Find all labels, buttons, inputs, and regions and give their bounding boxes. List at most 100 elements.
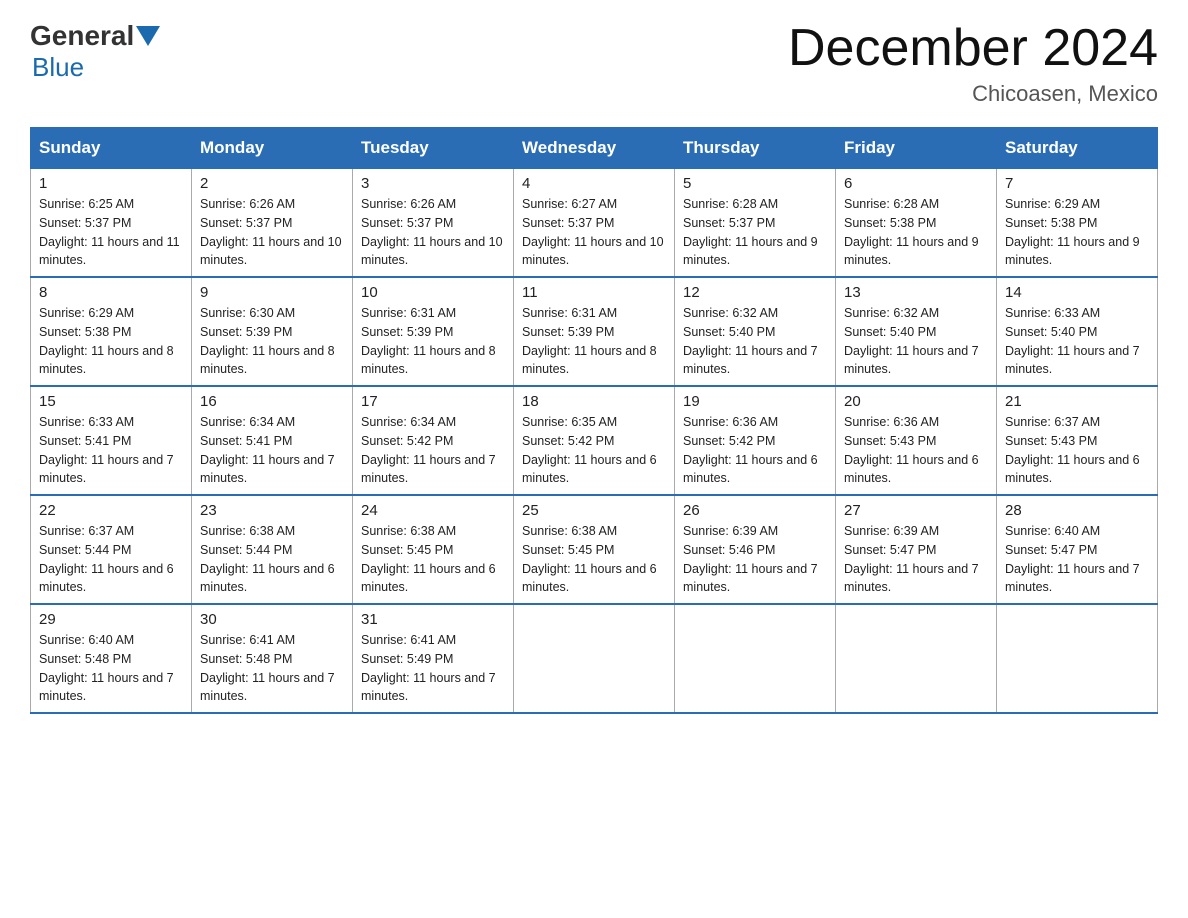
calendar-cell	[514, 604, 675, 713]
calendar-cell: 30 Sunrise: 6:41 AMSunset: 5:48 PMDayligh…	[192, 604, 353, 713]
day-info: Sunrise: 6:29 AMSunset: 5:38 PMDaylight:…	[1005, 195, 1149, 270]
day-number: 3	[361, 175, 505, 192]
day-info: Sunrise: 6:39 AMSunset: 5:46 PMDaylight:…	[683, 522, 827, 597]
day-number: 14	[1005, 284, 1149, 301]
day-number: 6	[844, 175, 988, 192]
calendar-cell: 28 Sunrise: 6:40 AMSunset: 5:47 PMDayligh…	[997, 495, 1158, 604]
day-info: Sunrise: 6:38 AMSunset: 5:45 PMDaylight:…	[361, 522, 505, 597]
day-number: 26	[683, 502, 827, 519]
day-number: 13	[844, 284, 988, 301]
day-number: 11	[522, 284, 666, 301]
week-row-2: 8 Sunrise: 6:29 AMSunset: 5:38 PMDaylight…	[31, 277, 1158, 386]
day-info: Sunrise: 6:31 AMSunset: 5:39 PMDaylight:…	[361, 304, 505, 379]
location: Chicoasen, Mexico	[788, 81, 1158, 107]
day-number: 21	[1005, 393, 1149, 410]
title-block: December 2024 Chicoasen, Mexico	[788, 20, 1158, 107]
day-info: Sunrise: 6:26 AMSunset: 5:37 PMDaylight:…	[361, 195, 505, 270]
calendar-cell: 4 Sunrise: 6:27 AMSunset: 5:37 PMDaylight…	[514, 169, 675, 278]
day-number: 23	[200, 502, 344, 519]
calendar-cell: 5 Sunrise: 6:28 AMSunset: 5:37 PMDaylight…	[675, 169, 836, 278]
column-header-thursday: Thursday	[675, 128, 836, 169]
day-info: Sunrise: 6:30 AMSunset: 5:39 PMDaylight:…	[200, 304, 344, 379]
day-number: 8	[39, 284, 183, 301]
day-number: 15	[39, 393, 183, 410]
day-info: Sunrise: 6:40 AMSunset: 5:47 PMDaylight:…	[1005, 522, 1149, 597]
calendar-cell: 15 Sunrise: 6:33 AMSunset: 5:41 PMDayligh…	[31, 386, 192, 495]
day-info: Sunrise: 6:36 AMSunset: 5:43 PMDaylight:…	[844, 413, 988, 488]
calendar-cell: 16 Sunrise: 6:34 AMSunset: 5:41 PMDayligh…	[192, 386, 353, 495]
calendar-header-row: SundayMondayTuesdayWednesdayThursdayFrid…	[31, 128, 1158, 169]
calendar-cell: 8 Sunrise: 6:29 AMSunset: 5:38 PMDaylight…	[31, 277, 192, 386]
week-row-1: 1 Sunrise: 6:25 AMSunset: 5:37 PMDaylight…	[31, 169, 1158, 278]
day-number: 12	[683, 284, 827, 301]
day-info: Sunrise: 6:33 AMSunset: 5:40 PMDaylight:…	[1005, 304, 1149, 379]
day-number: 22	[39, 502, 183, 519]
week-row-4: 22Sunrise: 6:37 AMSunset: 5:44 PMDayligh…	[31, 495, 1158, 604]
week-row-5: 29Sunrise: 6:40 AMSunset: 5:48 PMDayligh…	[31, 604, 1158, 713]
calendar-cell: 9 Sunrise: 6:30 AMSunset: 5:39 PMDaylight…	[192, 277, 353, 386]
day-number: 4	[522, 175, 666, 192]
calendar-table: SundayMondayTuesdayWednesdayThursdayFrid…	[30, 127, 1158, 714]
calendar-cell: 20 Sunrise: 6:36 AMSunset: 5:43 PMDayligh…	[836, 386, 997, 495]
day-number: 30	[200, 611, 344, 628]
calendar-cell: 7 Sunrise: 6:29 AMSunset: 5:38 PMDaylight…	[997, 169, 1158, 278]
day-number: 24	[361, 502, 505, 519]
day-info: Sunrise: 6:38 AMSunset: 5:44 PMDaylight:…	[200, 522, 344, 597]
day-info: Sunrise: 6:31 AMSunset: 5:39 PMDaylight:…	[522, 304, 666, 379]
logo: General Blue	[30, 20, 162, 83]
day-number: 31	[361, 611, 505, 628]
day-number: 17	[361, 393, 505, 410]
calendar-cell	[836, 604, 997, 713]
day-number: 16	[200, 393, 344, 410]
day-number: 5	[683, 175, 827, 192]
calendar-cell	[997, 604, 1158, 713]
calendar-cell: 1 Sunrise: 6:25 AMSunset: 5:37 PMDaylight…	[31, 169, 192, 278]
day-info: Sunrise: 6:27 AMSunset: 5:37 PMDaylight:…	[522, 195, 666, 270]
day-info: Sunrise: 6:41 AMSunset: 5:48 PMDaylight:…	[200, 631, 344, 706]
day-number: 25	[522, 502, 666, 519]
day-number: 28	[1005, 502, 1149, 519]
calendar-cell: 23 Sunrise: 6:38 AMSunset: 5:44 PMDayligh…	[192, 495, 353, 604]
calendar-cell: 12 Sunrise: 6:32 AMSunset: 5:40 PMDayligh…	[675, 277, 836, 386]
day-info: Sunrise: 6:25 AMSunset: 5:37 PMDaylight:…	[39, 195, 183, 270]
day-number: 2	[200, 175, 344, 192]
day-info: Sunrise: 6:34 AMSunset: 5:41 PMDaylight:…	[200, 413, 344, 488]
calendar-cell: 10 Sunrise: 6:31 AMSunset: 5:39 PMDayligh…	[353, 277, 514, 386]
calendar-cell: 6 Sunrise: 6:28 AMSunset: 5:38 PMDaylight…	[836, 169, 997, 278]
day-number: 9	[200, 284, 344, 301]
calendar-cell: 18Sunrise: 6:35 AMSunset: 5:42 PMDayligh…	[514, 386, 675, 495]
calendar-cell	[675, 604, 836, 713]
calendar-cell: 21Sunrise: 6:37 AMSunset: 5:43 PMDayligh…	[997, 386, 1158, 495]
calendar-cell: 3 Sunrise: 6:26 AMSunset: 5:37 PMDaylight…	[353, 169, 514, 278]
calendar-cell: 22Sunrise: 6:37 AMSunset: 5:44 PMDayligh…	[31, 495, 192, 604]
logo-general: General	[30, 20, 134, 52]
column-header-monday: Monday	[192, 128, 353, 169]
day-info: Sunrise: 6:28 AMSunset: 5:38 PMDaylight:…	[844, 195, 988, 270]
calendar-cell: 14 Sunrise: 6:33 AMSunset: 5:40 PMDayligh…	[997, 277, 1158, 386]
week-row-3: 15 Sunrise: 6:33 AMSunset: 5:41 PMDayligh…	[31, 386, 1158, 495]
day-info: Sunrise: 6:35 AMSunset: 5:42 PMDaylight:…	[522, 413, 666, 488]
calendar-cell: 24 Sunrise: 6:38 AMSunset: 5:45 PMDayligh…	[353, 495, 514, 604]
calendar-cell: 13Sunrise: 6:32 AMSunset: 5:40 PMDayligh…	[836, 277, 997, 386]
day-info: Sunrise: 6:28 AMSunset: 5:37 PMDaylight:…	[683, 195, 827, 270]
day-info: Sunrise: 6:29 AMSunset: 5:38 PMDaylight:…	[39, 304, 183, 379]
day-info: Sunrise: 6:38 AMSunset: 5:45 PMDaylight:…	[522, 522, 666, 597]
day-info: Sunrise: 6:34 AMSunset: 5:42 PMDaylight:…	[361, 413, 505, 488]
column-header-saturday: Saturday	[997, 128, 1158, 169]
page-header: General Blue December 2024 Chicoasen, Me…	[30, 20, 1158, 107]
day-number: 7	[1005, 175, 1149, 192]
column-header-tuesday: Tuesday	[353, 128, 514, 169]
calendar-cell: 19Sunrise: 6:36 AMSunset: 5:42 PMDayligh…	[675, 386, 836, 495]
day-info: Sunrise: 6:32 AMSunset: 5:40 PMDaylight:…	[683, 304, 827, 379]
day-info: Sunrise: 6:33 AMSunset: 5:41 PMDaylight:…	[39, 413, 183, 488]
calendar-cell: 11 Sunrise: 6:31 AMSunset: 5:39 PMDayligh…	[514, 277, 675, 386]
column-header-sunday: Sunday	[31, 128, 192, 169]
calendar-cell: 17 Sunrise: 6:34 AMSunset: 5:42 PMDayligh…	[353, 386, 514, 495]
day-number: 10	[361, 284, 505, 301]
column-header-wednesday: Wednesday	[514, 128, 675, 169]
day-number: 20	[844, 393, 988, 410]
day-number: 19	[683, 393, 827, 410]
day-number: 1	[39, 175, 183, 192]
calendar-cell: 26 Sunrise: 6:39 AMSunset: 5:46 PMDayligh…	[675, 495, 836, 604]
calendar-cell: 31Sunrise: 6:41 AMSunset: 5:49 PMDayligh…	[353, 604, 514, 713]
